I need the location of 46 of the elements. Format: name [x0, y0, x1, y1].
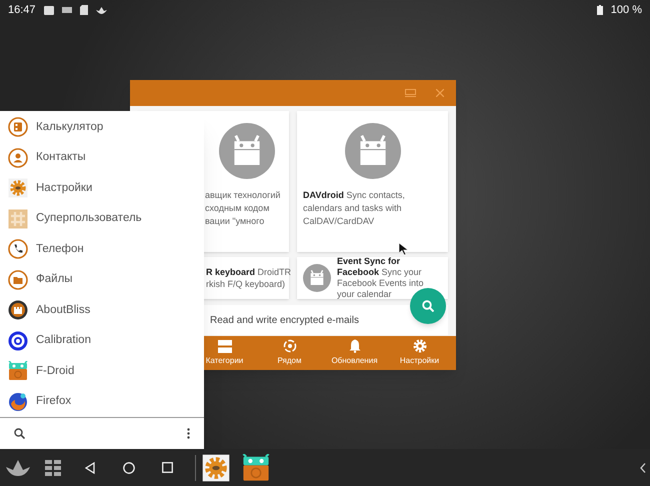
app-description: R keyboard DroidTR rkish F/Q keyboard)	[206, 266, 292, 290]
android-robot-icon	[344, 123, 400, 179]
search-icon	[422, 300, 434, 312]
recents-icon[interactable]	[162, 462, 173, 473]
app-card[interactable]: Event Sync for Facebook Sync your Facebook Events into your calendar	[297, 257, 448, 299]
sd-card-icon	[80, 5, 88, 15]
battery-level: 100 %	[610, 2, 642, 18]
nav-tab[interactable]: Обновления	[322, 336, 387, 370]
app-description: авщик технологий сходным кодом вации "умного	[205, 189, 280, 228]
app-card[interactable]: DAVdroid Sync contacts, calendars and tasks with CalDAV/CardDAV	[297, 111, 448, 252]
nav-tab[interactable]: Настройки	[387, 336, 452, 370]
person-icon	[8, 148, 28, 168]
app-description: DAVdroid Sync contacts, calendars and tasks with CalDAV/CardDAV	[303, 189, 406, 228]
app-grid-icon[interactable]	[45, 460, 61, 476]
phone-icon	[8, 239, 28, 260]
folder-icon	[8, 270, 28, 290]
android-robot-icon	[219, 123, 275, 179]
lotus-icon[interactable]	[5, 460, 31, 476]
target-icon	[8, 330, 28, 351]
calculator-icon	[8, 117, 28, 138]
robot-icon[interactable]	[242, 454, 270, 482]
back-icon[interactable]	[85, 462, 95, 474]
hash-icon	[8, 208, 28, 229]
status-time: 16:47	[8, 2, 36, 18]
overflow-menu-icon[interactable]	[187, 428, 190, 439]
android-robot-icon	[303, 264, 331, 292]
notification-icon	[44, 6, 54, 14]
battery-icon	[596, 5, 603, 15]
chevron-left-icon[interactable]	[640, 462, 646, 472]
gear-icon[interactable]	[202, 454, 230, 482]
home-icon[interactable]	[123, 462, 135, 474]
nav-tab[interactable]: Рядом	[257, 336, 322, 370]
mouse-cursor-icon	[399, 243, 408, 255]
app-list-item[interactable]: Firefox	[0, 386, 204, 417]
app-description: Event Sync for Facebook Sync your Facebook Events into your calendar	[337, 256, 425, 300]
robot-icon	[8, 361, 28, 382]
notification-icon	[62, 7, 72, 13]
gear-icon	[8, 178, 28, 198]
lotus-icon	[96, 6, 107, 14]
globe-fox-icon	[8, 392, 28, 412]
search-icon[interactable]	[14, 428, 25, 439]
gear-icon	[412, 339, 426, 353]
nearby-icon	[282, 339, 296, 353]
category-list-icon	[218, 340, 232, 352]
bell-icon	[348, 339, 360, 353]
castle-icon	[8, 300, 28, 320]
